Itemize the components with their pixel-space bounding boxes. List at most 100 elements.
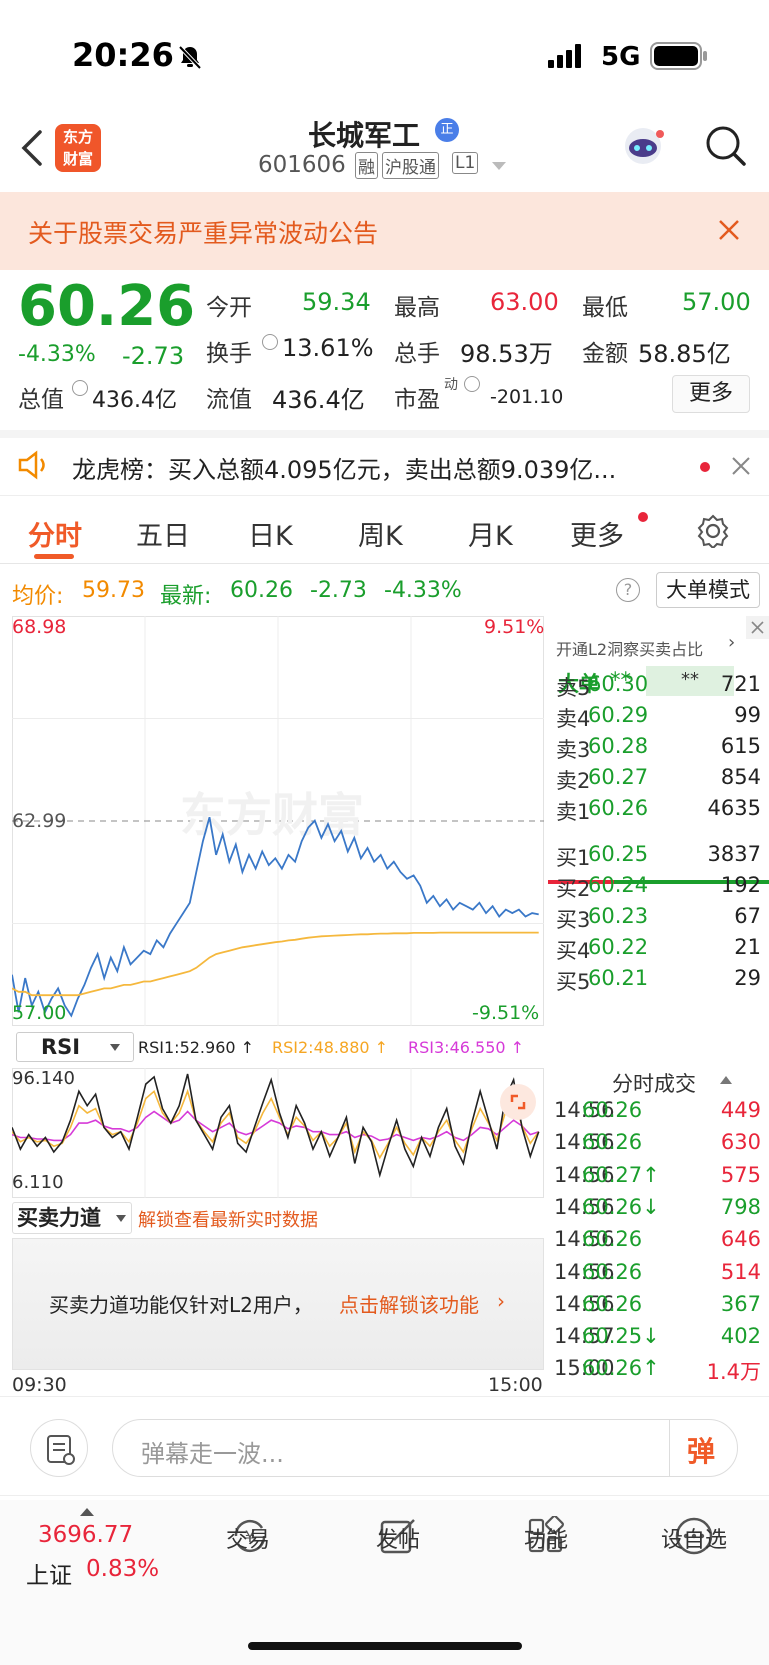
y-axis-mid: 62.99 (12, 810, 67, 832)
ask-price: 60.30 (588, 672, 649, 696)
buysell-select[interactable]: 买卖力道 (12, 1202, 132, 1234)
l2-promo[interactable]: 开通L2洞察买卖占比 (556, 636, 703, 660)
trade-price: 60.25↓ (582, 1324, 660, 1349)
close-icon[interactable] (732, 457, 750, 475)
expand-icon[interactable] (500, 1084, 536, 1120)
bid-price: 60.24 (588, 873, 649, 897)
tab-more[interactable]: 更多 (570, 514, 624, 553)
unlock-hint[interactable]: 解锁查看最新实时数据 (138, 1206, 318, 1232)
search-icon[interactable] (704, 124, 748, 168)
open-label: 今开 (206, 295, 252, 321)
tab-watchlist[interactable]: 设自选 (644, 1522, 744, 1554)
bid-row[interactable]: 买1 60.25 3837 (556, 842, 761, 874)
dropdown-arrow-icon[interactable] (492, 162, 506, 172)
caret-up-icon[interactable] (720, 1076, 732, 1084)
volume-label: 总手 (394, 341, 440, 367)
low-value: 57.00 (682, 288, 751, 316)
unlock-link[interactable]: 点击解锁该功能 (339, 1289, 479, 1318)
bid-row[interactable]: 买5 60.21 29 (556, 966, 761, 998)
ask-row[interactable]: 卖5 60.30 721 (556, 672, 761, 704)
tab-weekly-k[interactable]: 周K (358, 514, 403, 553)
bid-price: 60.23 (588, 904, 649, 928)
tab-intraday[interactable]: 分时 (28, 514, 82, 553)
trade-volume: 798 (720, 1194, 761, 1219)
intraday-chart[interactable]: 东方财富 (12, 616, 544, 1026)
mktcap-label: 总值 (18, 387, 64, 413)
close-icon[interactable] (718, 219, 740, 241)
info-dots-icon[interactable] (464, 376, 480, 392)
more-button[interactable]: 更多 (672, 375, 750, 413)
rsi3-label: RSI3:46.550 ↑ (408, 1038, 525, 1057)
high-label: 最高 (394, 295, 440, 321)
tab-five-day[interactable]: 五日 (136, 514, 190, 553)
bid-row[interactable]: 买4 60.22 21 (556, 935, 761, 967)
float-label: 流值 (206, 387, 252, 413)
ask-row[interactable]: 卖2 60.27 854 (556, 765, 761, 797)
tab-monthly-k[interactable]: 月K (468, 514, 513, 553)
index-pct[interactable]: 0.83% (86, 1556, 159, 1582)
chevron-down-icon (116, 1215, 126, 1222)
trade-volume: 646 (720, 1227, 761, 1252)
unread-dot (638, 512, 648, 522)
rsi1-label: RSI1:52.960 ↑ (138, 1038, 255, 1057)
index-value[interactable]: 3696.77 (38, 1522, 133, 1548)
ask-row[interactable]: 卖1 60.26 4635 (556, 796, 761, 828)
announcement-bar[interactable]: 关于股票交易严重异常波动公告 (0, 192, 769, 270)
pct-axis-bottom: -9.51% (472, 1002, 540, 1024)
pe-value: -201.10 (490, 386, 564, 408)
bid-volume: 21 (734, 935, 761, 959)
pe-sup: 动 (444, 377, 458, 393)
big-order-mode-button[interactable]: 大单模式 (656, 572, 760, 608)
ask-price: 60.29 (588, 703, 649, 727)
help-icon[interactable]: ? (616, 578, 640, 602)
announcement-text[interactable]: 关于股票交易严重异常波动公告 (28, 214, 378, 250)
bid-row[interactable]: 买2 60.24 192 (556, 873, 761, 905)
trade-row: 14:56 60.26↓ 798 (554, 1194, 761, 1229)
battery-icon (650, 42, 707, 70)
bid-row[interactable]: 买3 60.23 67 (556, 904, 761, 936)
avg-value: 59.73 (82, 578, 145, 603)
tab-post[interactable]: 发帖 (348, 1522, 448, 1554)
change-amount: -2.73 (122, 342, 185, 370)
danmu-button[interactable]: 弹 (687, 1430, 715, 1470)
buysell-locked-panel[interactable]: 买卖力道功能仅针对L2用户， 点击解锁该功能 › (12, 1238, 544, 1370)
gear-icon[interactable] (696, 514, 730, 548)
trade-volume: 402 (720, 1324, 761, 1349)
trade-price: 60.26 (582, 1259, 643, 1284)
time-start: 09:30 (12, 1374, 67, 1396)
trade-volume: 514 (720, 1259, 761, 1284)
info-dots-icon[interactable] (262, 334, 278, 350)
ask-label: 卖5 (556, 676, 591, 700)
status-bar: 20:26 5G (0, 0, 769, 110)
trade-row: 14:56 60.26 449 (554, 1098, 761, 1132)
rsi-header: RSI RSI1:52.960 ↑ RSI2:48.880 ↑ RSI3:46.… (12, 1030, 544, 1066)
trade-row: 14:56 60.26 367 (554, 1292, 761, 1326)
robot-avatar-icon[interactable] (618, 122, 668, 172)
index-name[interactable]: 上证 (26, 1556, 72, 1590)
app-logo: 东方 财富 (55, 124, 101, 172)
trades-title: 分时成交 (612, 1072, 696, 1096)
trade-price: 60.26 (582, 1098, 643, 1122)
dragon-tiger-bar[interactable]: 龙虎榜：买入总额4.095亿元，卖出总额9.039亿... (0, 438, 769, 496)
bid-volume: 67 (734, 904, 761, 928)
bid-label: 买2 (556, 877, 591, 901)
danmu-input[interactable]: 弹幕走一波... 弹 (112, 1419, 738, 1477)
rsi-y-top: 96.140 (12, 1068, 75, 1089)
home-indicator (248, 1642, 522, 1650)
message-list-icon[interactable] (30, 1419, 88, 1477)
info-dots-icon[interactable] (72, 380, 88, 396)
y-axis-bottom: 57.00 (12, 1002, 67, 1024)
bid-label: 买5 (556, 970, 591, 994)
tab-trade[interactable]: 交易 (198, 1522, 298, 1554)
turnover-label: 换手 (206, 341, 252, 367)
unread-dot (700, 462, 710, 472)
rsi-chart[interactable] (12, 1068, 544, 1198)
tab-function[interactable]: 功能 (496, 1522, 596, 1554)
back-icon[interactable] (18, 128, 46, 168)
ask-row[interactable]: 卖3 60.28 615 (556, 734, 761, 766)
ask-row[interactable]: 卖4 60.29 99 (556, 703, 761, 735)
dragon-tiger-text[interactable]: 龙虎榜：买入总额4.095亿元，卖出总额9.039亿... (72, 450, 616, 485)
tab-indicator (34, 554, 74, 559)
close-icon[interactable] (746, 616, 769, 639)
tab-daily-k[interactable]: 日K (248, 514, 293, 553)
